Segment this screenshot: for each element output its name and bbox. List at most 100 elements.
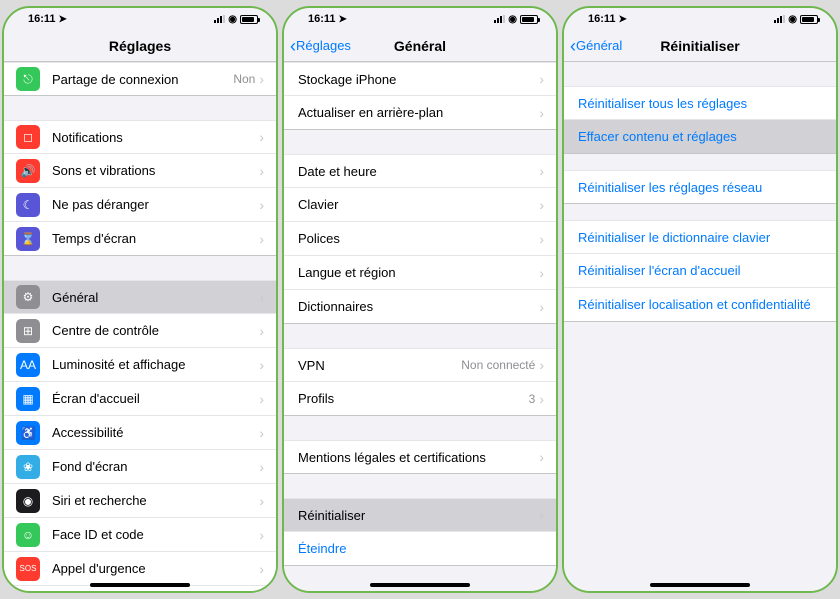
settings-row[interactable]: Réinitialiser les réglages réseau: [564, 170, 836, 204]
home-screen-row[interactable]: ▦Écran d'accueil›: [4, 382, 276, 416]
siri-row[interactable]: ◉Siri et recherche›: [4, 484, 276, 518]
battery-icon: [520, 15, 538, 24]
navbar: Réglages: [4, 30, 276, 62]
home-indicator[interactable]: [90, 583, 190, 587]
control-center-icon: ⊞: [16, 319, 40, 343]
settings-row[interactable]: Réinitialiser localisation et confidenti…: [564, 288, 836, 322]
chevron-right-icon: ›: [539, 391, 544, 407]
sounds-row[interactable]: 🔊 Sons et vibrations›: [4, 154, 276, 188]
row-label: Réinitialiser les réglages réseau: [578, 180, 824, 195]
status-time: 16:11: [308, 13, 336, 25]
settings-row[interactable]: VPNNon connecté›: [284, 348, 556, 382]
settings-row[interactable]: Langue et région›: [284, 256, 556, 290]
settings-row[interactable]: Réinitialiser le dictionnaire clavier: [564, 220, 836, 254]
reset-list[interactable]: Réinitialiser tous les réglagesEffacer c…: [564, 62, 836, 591]
chevron-right-icon: ›: [259, 71, 264, 87]
settings-row[interactable]: Mentions légales et certifications›: [284, 440, 556, 474]
wallpaper-icon: ❀: [16, 455, 40, 479]
chevron-right-icon: ›: [259, 527, 264, 543]
general-row[interactable]: ⚙Général›: [4, 280, 276, 314]
back-label: Réglages: [296, 38, 351, 53]
row-detail: Non: [233, 72, 255, 86]
display-icon: AA: [16, 353, 40, 377]
home-indicator[interactable]: [650, 583, 750, 587]
chevron-right-icon: ›: [539, 299, 544, 315]
control-center-row[interactable]: ⊞Centre de contrôle›: [4, 314, 276, 348]
settings-row[interactable]: Réinitialiser›: [284, 498, 556, 532]
screentime-icon: ⌛: [16, 227, 40, 251]
back-button[interactable]: ‹Général: [570, 30, 622, 61]
battery-icon: [800, 15, 818, 24]
sos-row[interactable]: SOSAppel d'urgence›: [4, 552, 276, 586]
faceid-row[interactable]: ☺Face ID et code›: [4, 518, 276, 552]
chevron-right-icon: ›: [259, 163, 264, 179]
row-label: Actualiser en arrière-plan: [298, 105, 539, 120]
row-label: Accessibilité: [52, 425, 259, 440]
row-label: Profils: [298, 391, 529, 406]
faceid-icon: ☺: [16, 523, 40, 547]
row-label: Dictionnaires: [298, 299, 539, 314]
settings-row[interactable]: Réinitialiser l'écran d'accueil: [564, 254, 836, 288]
wifi-icon: ◉: [508, 14, 517, 25]
row-label: Clavier: [298, 197, 539, 212]
chevron-right-icon: ›: [539, 71, 544, 87]
settings-row[interactable]: Actualiser en arrière-plan›: [284, 96, 556, 130]
settings-row[interactable]: Date et heure›: [284, 154, 556, 188]
wifi-icon: ◉: [788, 14, 797, 25]
back-label: Général: [576, 38, 622, 53]
chevron-right-icon: ›: [259, 459, 264, 475]
exposure-icon: ✺: [16, 591, 40, 592]
row-label: Luminosité et affichage: [52, 357, 259, 372]
row-label: Sons et vibrations: [52, 163, 259, 178]
status-bar: 16:11➤ ◉: [284, 8, 556, 30]
row-label: Langue et région: [298, 265, 539, 280]
settings-row[interactable]: Réinitialiser tous les réglages: [564, 86, 836, 120]
row-label: Stockage iPhone: [298, 72, 539, 87]
screen-general: 16:11➤ ◉ ‹Réglages Général Stockage iPho…: [282, 6, 558, 593]
notifications-row[interactable]: ◻Notifications›: [4, 120, 276, 154]
chevron-right-icon: ›: [259, 391, 264, 407]
wifi-icon: ◉: [228, 14, 237, 25]
home-screen-icon: ▦: [16, 387, 40, 411]
signal-icon: [774, 15, 785, 23]
row-label: Fond d'écran: [52, 459, 259, 474]
settings-row[interactable]: Dictionnaires›: [284, 290, 556, 324]
navbar: ‹Réglages Général: [284, 30, 556, 62]
screentime-row[interactable]: ⌛Temps d'écran›: [4, 222, 276, 256]
row-label: Réinitialiser le dictionnaire clavier: [578, 230, 824, 245]
sounds-icon: 🔊: [16, 159, 40, 183]
row-label: Appel d'urgence: [52, 561, 259, 576]
dnd-row[interactable]: ☾Ne pas déranger›: [4, 188, 276, 222]
settings-row[interactable]: Éteindre: [284, 532, 556, 566]
settings-row[interactable]: Profils3›: [284, 382, 556, 416]
settings-list[interactable]: ⎋Partage de connexionNon› ◻Notifications…: [4, 62, 276, 591]
settings-row[interactable]: Stockage iPhone›: [284, 62, 556, 96]
location-icon: ➤: [339, 14, 347, 25]
back-button[interactable]: ‹Réglages: [290, 30, 351, 61]
battery-icon: [240, 15, 258, 24]
page-title: Réglages: [109, 38, 171, 54]
wallpaper-row[interactable]: ❀ Fond d'écran›: [4, 450, 276, 484]
hotspot-row[interactable]: ⎋Partage de connexionNon›: [4, 62, 276, 96]
status-time: 16:11: [28, 13, 56, 25]
home-indicator[interactable]: [370, 583, 470, 587]
navbar: ‹Général Réinitialiser: [564, 30, 836, 62]
settings-row[interactable]: Effacer contenu et réglages: [564, 120, 836, 154]
chevron-right-icon: ›: [259, 357, 264, 373]
chevron-right-icon: ›: [539, 231, 544, 247]
settings-row[interactable]: Clavier›: [284, 188, 556, 222]
general-list[interactable]: Stockage iPhone›Actualiser en arrière-pl…: [284, 62, 556, 591]
display-row[interactable]: AA Luminosité et affichage›: [4, 348, 276, 382]
settings-row[interactable]: Polices›: [284, 222, 556, 256]
screen-settings: 16:11➤ ◉ Réglages ⎋Partage de connexionN…: [2, 6, 278, 593]
row-label: Siri et recherche: [52, 493, 259, 508]
row-label: Date et heure: [298, 164, 539, 179]
accessibility-row[interactable]: ♿Accessibilité›: [4, 416, 276, 450]
location-icon: ➤: [59, 14, 67, 25]
chevron-right-icon: ›: [259, 231, 264, 247]
signal-icon: [494, 15, 505, 23]
row-detail: Non connecté: [461, 358, 535, 372]
row-label: Général: [52, 290, 259, 305]
dnd-icon: ☾: [16, 193, 40, 217]
chevron-right-icon: ›: [259, 289, 264, 305]
